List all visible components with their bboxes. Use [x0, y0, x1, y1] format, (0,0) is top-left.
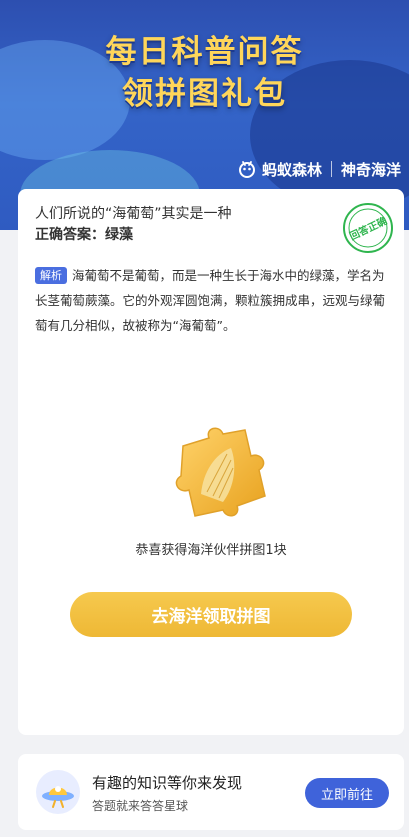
stamp-text: 回答正确	[347, 214, 389, 243]
analysis-tag: 解析	[35, 267, 67, 284]
promo-subtitle: 答题就来答答星球	[92, 799, 189, 813]
correct-stamp-icon: 回答正确	[343, 203, 393, 253]
planet-icon	[36, 770, 80, 814]
analysis-block: 解析 海葡萄不是葡萄，而是一种生长于海水中的绿藻，学名为长茎葡萄蕨藻。它的外观浑圆…	[35, 263, 387, 338]
claim-puzzle-button[interactable]: 去海洋领取拼图	[70, 592, 352, 637]
promo-card[interactable]: 有趣的知识等你来发现 答题就来答答星球 立即前往	[18, 754, 404, 830]
analysis-text: 海葡萄不是葡萄，而是一种生长于海水中的绿藻，学名为长茎葡萄蕨藻。它的外观浑圆饱满…	[35, 268, 386, 333]
reward-text: 恭喜获得海洋伙伴拼图1块	[135, 543, 287, 558]
brand-magic-ocean: 神奇海洋	[340, 160, 401, 179]
ant-forest-icon	[238, 161, 255, 178]
banner-title-line2: 领拼图礼包	[122, 76, 287, 112]
quiz-card: 人们所说的“海葡萄”其实是一种 正确答案：绿藻 回答正确 解析 海葡萄不是葡萄，而…	[18, 189, 404, 735]
correct-answer: 正确答案：绿藻	[35, 227, 133, 243]
promo-title: 有趣的知识等你来发现	[92, 774, 243, 792]
puzzle-piece-icon	[175, 427, 266, 517]
question-text: 人们所说的“海葡萄”其实是一种	[35, 206, 232, 222]
brand-divider	[330, 161, 332, 177]
banner-title-line1: 每日科普问答	[105, 34, 304, 70]
go-now-button[interactable]: 立即前往	[305, 778, 389, 808]
brand-ant-forest: 蚂蚁森林	[261, 160, 322, 179]
brand-bar: 蚂蚁森林 神奇海洋	[237, 157, 401, 181]
